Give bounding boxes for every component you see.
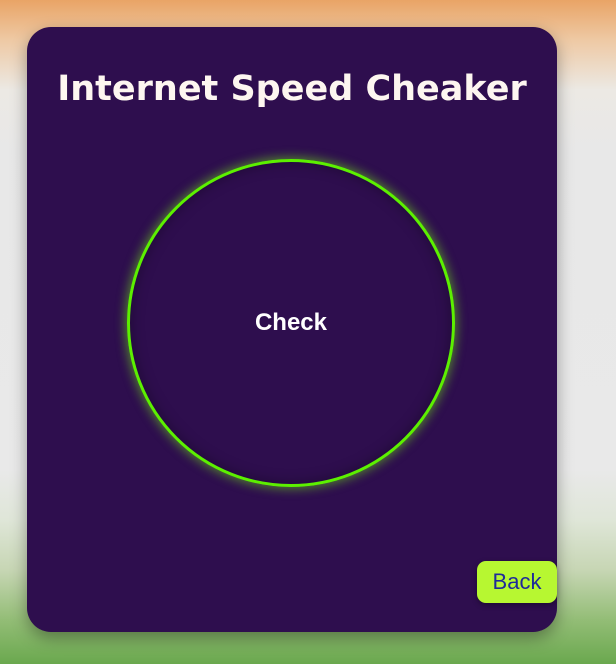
check-speed-ring[interactable]: Check <box>127 159 455 487</box>
speed-test-card: Internet Speed Cheaker Check <box>27 27 557 632</box>
back-button[interactable]: Back <box>477 561 557 603</box>
page-title: Internet Speed Cheaker <box>57 69 527 109</box>
check-button-label[interactable]: Check <box>255 309 327 337</box>
